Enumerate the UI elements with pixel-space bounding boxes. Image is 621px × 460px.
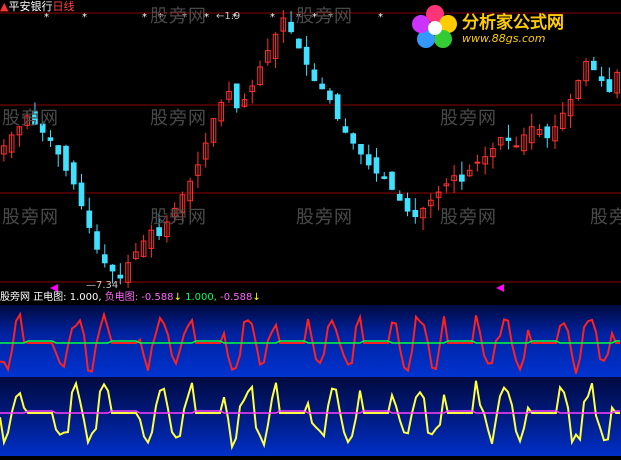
candle-body [303,46,310,65]
candle-body [505,137,512,141]
candle-body [55,145,62,155]
candle-body [296,38,302,49]
candle-body [342,126,349,133]
indicator-panel-negative[interactable] [0,377,621,456]
candle-body [288,21,294,33]
negative-wave [0,380,620,451]
site-logo: 分析家公式网 www.88gs.com [410,2,615,52]
logo-url-text: www.88gs.com [462,32,546,45]
candle-body [94,231,100,250]
indicator-name[interactable]: 股旁网 [0,292,30,303]
signal-marker-icon: * [82,12,87,23]
candle-body [591,60,597,71]
candle-body [70,162,77,185]
positive-label: 正电图: [33,292,67,303]
watermark-text: 股旁网 [440,108,497,129]
candle-body [63,145,69,171]
watermark-text: 股旁网 [440,207,497,228]
candle-body [598,76,605,82]
candle-body [350,133,357,144]
range-marker-left-icon [50,284,58,292]
candle-body [396,193,403,201]
candle-body [47,137,54,141]
candle-body [86,210,93,228]
range-marker-right-icon [496,284,504,292]
candle-body [373,157,380,174]
signal-marker-icon: * [44,12,49,23]
candle-body [513,145,520,148]
candle-body [78,182,85,207]
indicator-panel-positive[interactable] [0,305,621,377]
candle-body [381,176,388,179]
watermark-text: 股旁网 [296,6,353,27]
watermark-text: 股旁网 [2,207,59,228]
signal-marker-icon: * [270,12,275,23]
watermark-text: 股旁网 [296,207,353,228]
arrow-down-icon: ↓ [173,292,182,303]
candle-body [474,161,481,164]
candle-body [389,171,395,190]
value-4: -0.588 [220,292,253,303]
chart-title-bar: ▲平安银行日线 [0,0,74,13]
period-label[interactable]: 日线 [52,0,74,13]
logo-brand-text: 分析家公式网 [462,13,564,33]
high-price-label: ←1.9 [216,11,241,22]
watermark-text: 股旁网 [150,6,207,27]
candle-body [334,94,341,120]
candle-body [606,79,613,92]
candle-body [233,83,240,109]
signal-marker-icon: * [142,12,147,23]
positive-wave [0,310,620,374]
candle-body [101,254,108,264]
signal-marker-icon: * [378,12,383,23]
candle-body [117,274,124,279]
candle-body [311,69,318,82]
negative-value: -0.588 [141,292,174,303]
candle-body [544,126,551,139]
watermark-text: 股旁网 [2,108,59,129]
candle-body [404,198,411,212]
candle-body [358,143,364,155]
indicator-title-bar: 股旁网 正电图: 1.000, 负电图: -0.588↓ 1.000, -0.5… [0,292,261,304]
low-price-label: —7.34 [86,280,119,291]
candle-body [319,83,325,90]
watermark-text: 股旁网 [150,207,207,228]
candle-body [327,90,333,101]
positive-value: 1.000, [69,292,102,303]
candle-body [412,209,419,218]
value-3: 1.000, [185,292,217,303]
candle-body [365,154,372,166]
candle-body [109,264,116,272]
candle-body [459,174,465,182]
watermark-text: 股旁网 [590,207,621,228]
watermark-text: 股旁网 [150,108,207,129]
arrow-down-icon: ↓ [252,292,261,303]
price-chart[interactable] [0,10,621,292]
negative-label: 负电图: [104,292,139,303]
flower-logo-icon [412,5,457,48]
chart-gridlines [0,12,621,283]
